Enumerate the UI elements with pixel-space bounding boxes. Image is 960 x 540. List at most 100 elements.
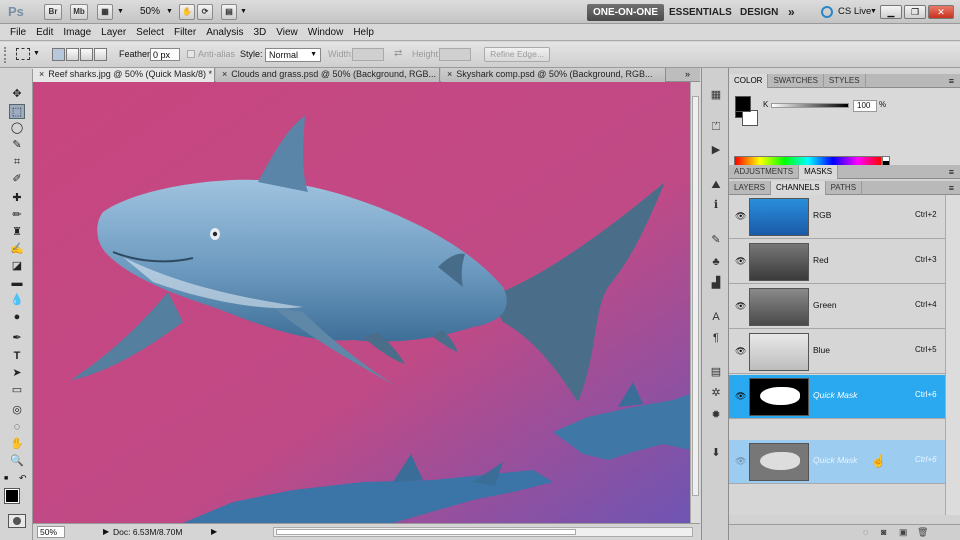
gradient-tool-icon[interactable]: ▬ — [9, 276, 25, 291]
channel-row-dragging[interactable]: 👁 Quick Mask Ctrl+6 ☝ — [729, 440, 945, 484]
eye-icon[interactable]: 👁 — [735, 346, 746, 356]
info-icon[interactable]: ℹ — [708, 198, 724, 212]
crop-tool-icon[interactable]: ⌗ — [9, 155, 25, 170]
panel-menu-icon[interactable]: ≡ — [949, 165, 954, 179]
new-channel-icon[interactable]: ▣ — [899, 527, 908, 538]
menu-3d[interactable]: 3D — [248, 24, 271, 41]
load-selection-icon[interactable]: ◌ — [863, 527, 868, 537]
pen-tool-icon[interactable]: ✒ — [9, 331, 25, 346]
restore-button[interactable]: ❐ — [904, 5, 926, 19]
marquee-preset-icon[interactable] — [16, 48, 30, 60]
tab-channels[interactable]: CHANNELS — [770, 181, 826, 195]
save-selection-icon[interactable]: ◙ — [881, 527, 886, 537]
tab-swatches[interactable]: SWATCHES — [768, 74, 824, 88]
tabs-overflow-icon[interactable]: » — [685, 69, 690, 79]
eyedropper-tool-icon[interactable]: ✐ — [9, 172, 25, 187]
quick-mask-mode-icon[interactable] — [8, 514, 26, 528]
horizontal-scrollbar[interactable] — [273, 527, 693, 537]
bridge-button[interactable]: Br — [44, 4, 62, 20]
swap-icon[interactable]: ⇄ — [394, 48, 402, 59]
history-brush-icon[interactable]: ✍ — [9, 242, 25, 257]
close-tab-icon[interactable]: × — [447, 69, 452, 79]
menu-view[interactable]: View — [271, 24, 303, 41]
layer-comps-icon[interactable]: ✹ — [708, 408, 724, 422]
tab-clouds-grass[interactable]: × Clouds and grass.psd @ 50% (Background,… — [216, 68, 440, 82]
chevron-down-icon[interactable]: ▼ — [33, 50, 40, 57]
character-icon[interactable]: A — [708, 310, 724, 324]
eye-icon[interactable]: 👁 — [735, 456, 746, 466]
menu-filter[interactable]: Filter — [169, 24, 201, 41]
panel-menu-icon[interactable]: ≡ — [949, 181, 954, 195]
menu-image[interactable]: Image — [58, 24, 96, 41]
feather-input[interactable] — [150, 48, 180, 61]
zoom-level[interactable]: 50% — [140, 6, 160, 17]
swap-colors-icon[interactable]: ↶ — [19, 473, 27, 484]
eye-icon[interactable]: 👁 — [735, 301, 746, 311]
tab-skyshark-comp[interactable]: × Skyshark comp.psd @ 50% (Background, RG… — [441, 68, 666, 82]
chevron-down-icon[interactable]: ▼ — [117, 8, 124, 15]
channel-row-red[interactable]: 👁 Red Ctrl+3 — [729, 240, 945, 284]
3d-orbit-icon[interactable]: ◌ — [9, 420, 25, 435]
status-arrow-icon[interactable]: ▶ — [211, 527, 217, 536]
animation-icon[interactable]: ⬇ — [708, 446, 724, 460]
channel-row-quick-mask[interactable]: 👁 Quick Mask Ctrl+6 — [729, 375, 945, 419]
intersect-selection-icon[interactable] — [94, 48, 107, 61]
menu-file[interactable]: File — [5, 24, 31, 41]
brush-tool-icon[interactable]: ✏ — [9, 208, 25, 223]
subtract-selection-icon[interactable] — [80, 48, 93, 61]
clone-stamp-icon[interactable]: ♜ — [9, 225, 25, 240]
dodge-tool-icon[interactable]: ● — [9, 310, 25, 325]
eye-icon[interactable]: 👁 — [735, 391, 746, 401]
cs-live-button[interactable]: CS Live — [838, 6, 871, 17]
3d-panel-icon[interactable]: ✲ — [708, 386, 724, 400]
menu-layer[interactable]: Layer — [96, 24, 131, 41]
tab-styles[interactable]: STYLES — [824, 74, 866, 88]
add-selection-icon[interactable] — [66, 48, 79, 61]
menu-help[interactable]: Help — [348, 24, 379, 41]
chevron-down-icon[interactable]: ▼ — [166, 8, 173, 15]
rectangle-tool-icon[interactable]: ▭ — [9, 383, 25, 398]
tab-layers[interactable]: LAYERS — [729, 181, 771, 195]
path-select-icon[interactable]: ➤ — [9, 366, 25, 381]
width-input[interactable] — [352, 48, 384, 61]
notes-icon[interactable]: ▤ — [708, 365, 724, 379]
k-value[interactable]: 100 — [853, 100, 877, 112]
healing-brush-icon[interactable]: ✚ — [9, 191, 25, 206]
extras-icon[interactable]: ▦ — [97, 4, 113, 20]
workspace-design[interactable]: DESIGN — [734, 4, 784, 21]
close-tab-icon[interactable]: × — [39, 69, 44, 79]
anti-alias-checkbox[interactable] — [187, 50, 195, 58]
type-tool-icon[interactable]: T — [9, 349, 25, 364]
tab-adjustments[interactable]: ADJUSTMENTS — [729, 165, 800, 179]
tab-color[interactable]: COLOR — [729, 74, 769, 88]
hand-tool-icon[interactable]: ✋ — [179, 4, 195, 20]
hand-tool-icon[interactable]: ✋ — [9, 437, 25, 452]
mini-bridge-button[interactable]: Mb — [70, 4, 88, 20]
foreground-color-swatch[interactable] — [4, 488, 20, 504]
menu-edit[interactable]: Edit — [31, 24, 58, 41]
eraser-tool-icon[interactable]: ◪ — [9, 259, 25, 274]
menu-select[interactable]: Select — [131, 24, 169, 41]
actions-icon[interactable]: ▶ — [708, 143, 724, 157]
lasso-tool-icon[interactable]: ◯ — [9, 121, 25, 136]
zoom-tool-icon[interactable]: 🔍 — [9, 454, 25, 469]
foreground-front[interactable] — [735, 96, 751, 112]
vertical-scrollbar[interactable] — [690, 82, 700, 523]
chevron-down-icon[interactable]: ▼ — [240, 8, 247, 15]
rotate-view-icon[interactable]: ⟳ — [197, 4, 213, 20]
status-menu-icon[interactable]: ▶ — [103, 527, 109, 536]
menu-window[interactable]: Window — [303, 24, 349, 41]
eye-icon[interactable]: 👁 — [735, 256, 746, 266]
delete-channel-icon[interactable]: 🗑 — [917, 527, 928, 538]
tab-reef-sharks[interactable]: × Reef sharks.jpg @ 50% (Quick Mask/8) * — [33, 68, 215, 82]
height-input[interactable] — [439, 48, 471, 61]
scroll-thumb[interactable] — [276, 529, 576, 535]
tool-presets-icon[interactable]: ▟ — [708, 276, 724, 290]
brush-presets-icon[interactable]: ✎ — [708, 233, 724, 247]
channel-row-green[interactable]: 👁 Green Ctrl+4 — [729, 285, 945, 329]
tab-masks[interactable]: MASKS — [799, 165, 839, 179]
navigator-icon[interactable]: ⛰ — [708, 178, 724, 192]
chevron-down-icon[interactable]: ▼ — [870, 8, 877, 15]
close-button[interactable]: ✕ — [928, 5, 954, 19]
workspace-essentials[interactable]: ESSENTIALS — [663, 4, 738, 21]
